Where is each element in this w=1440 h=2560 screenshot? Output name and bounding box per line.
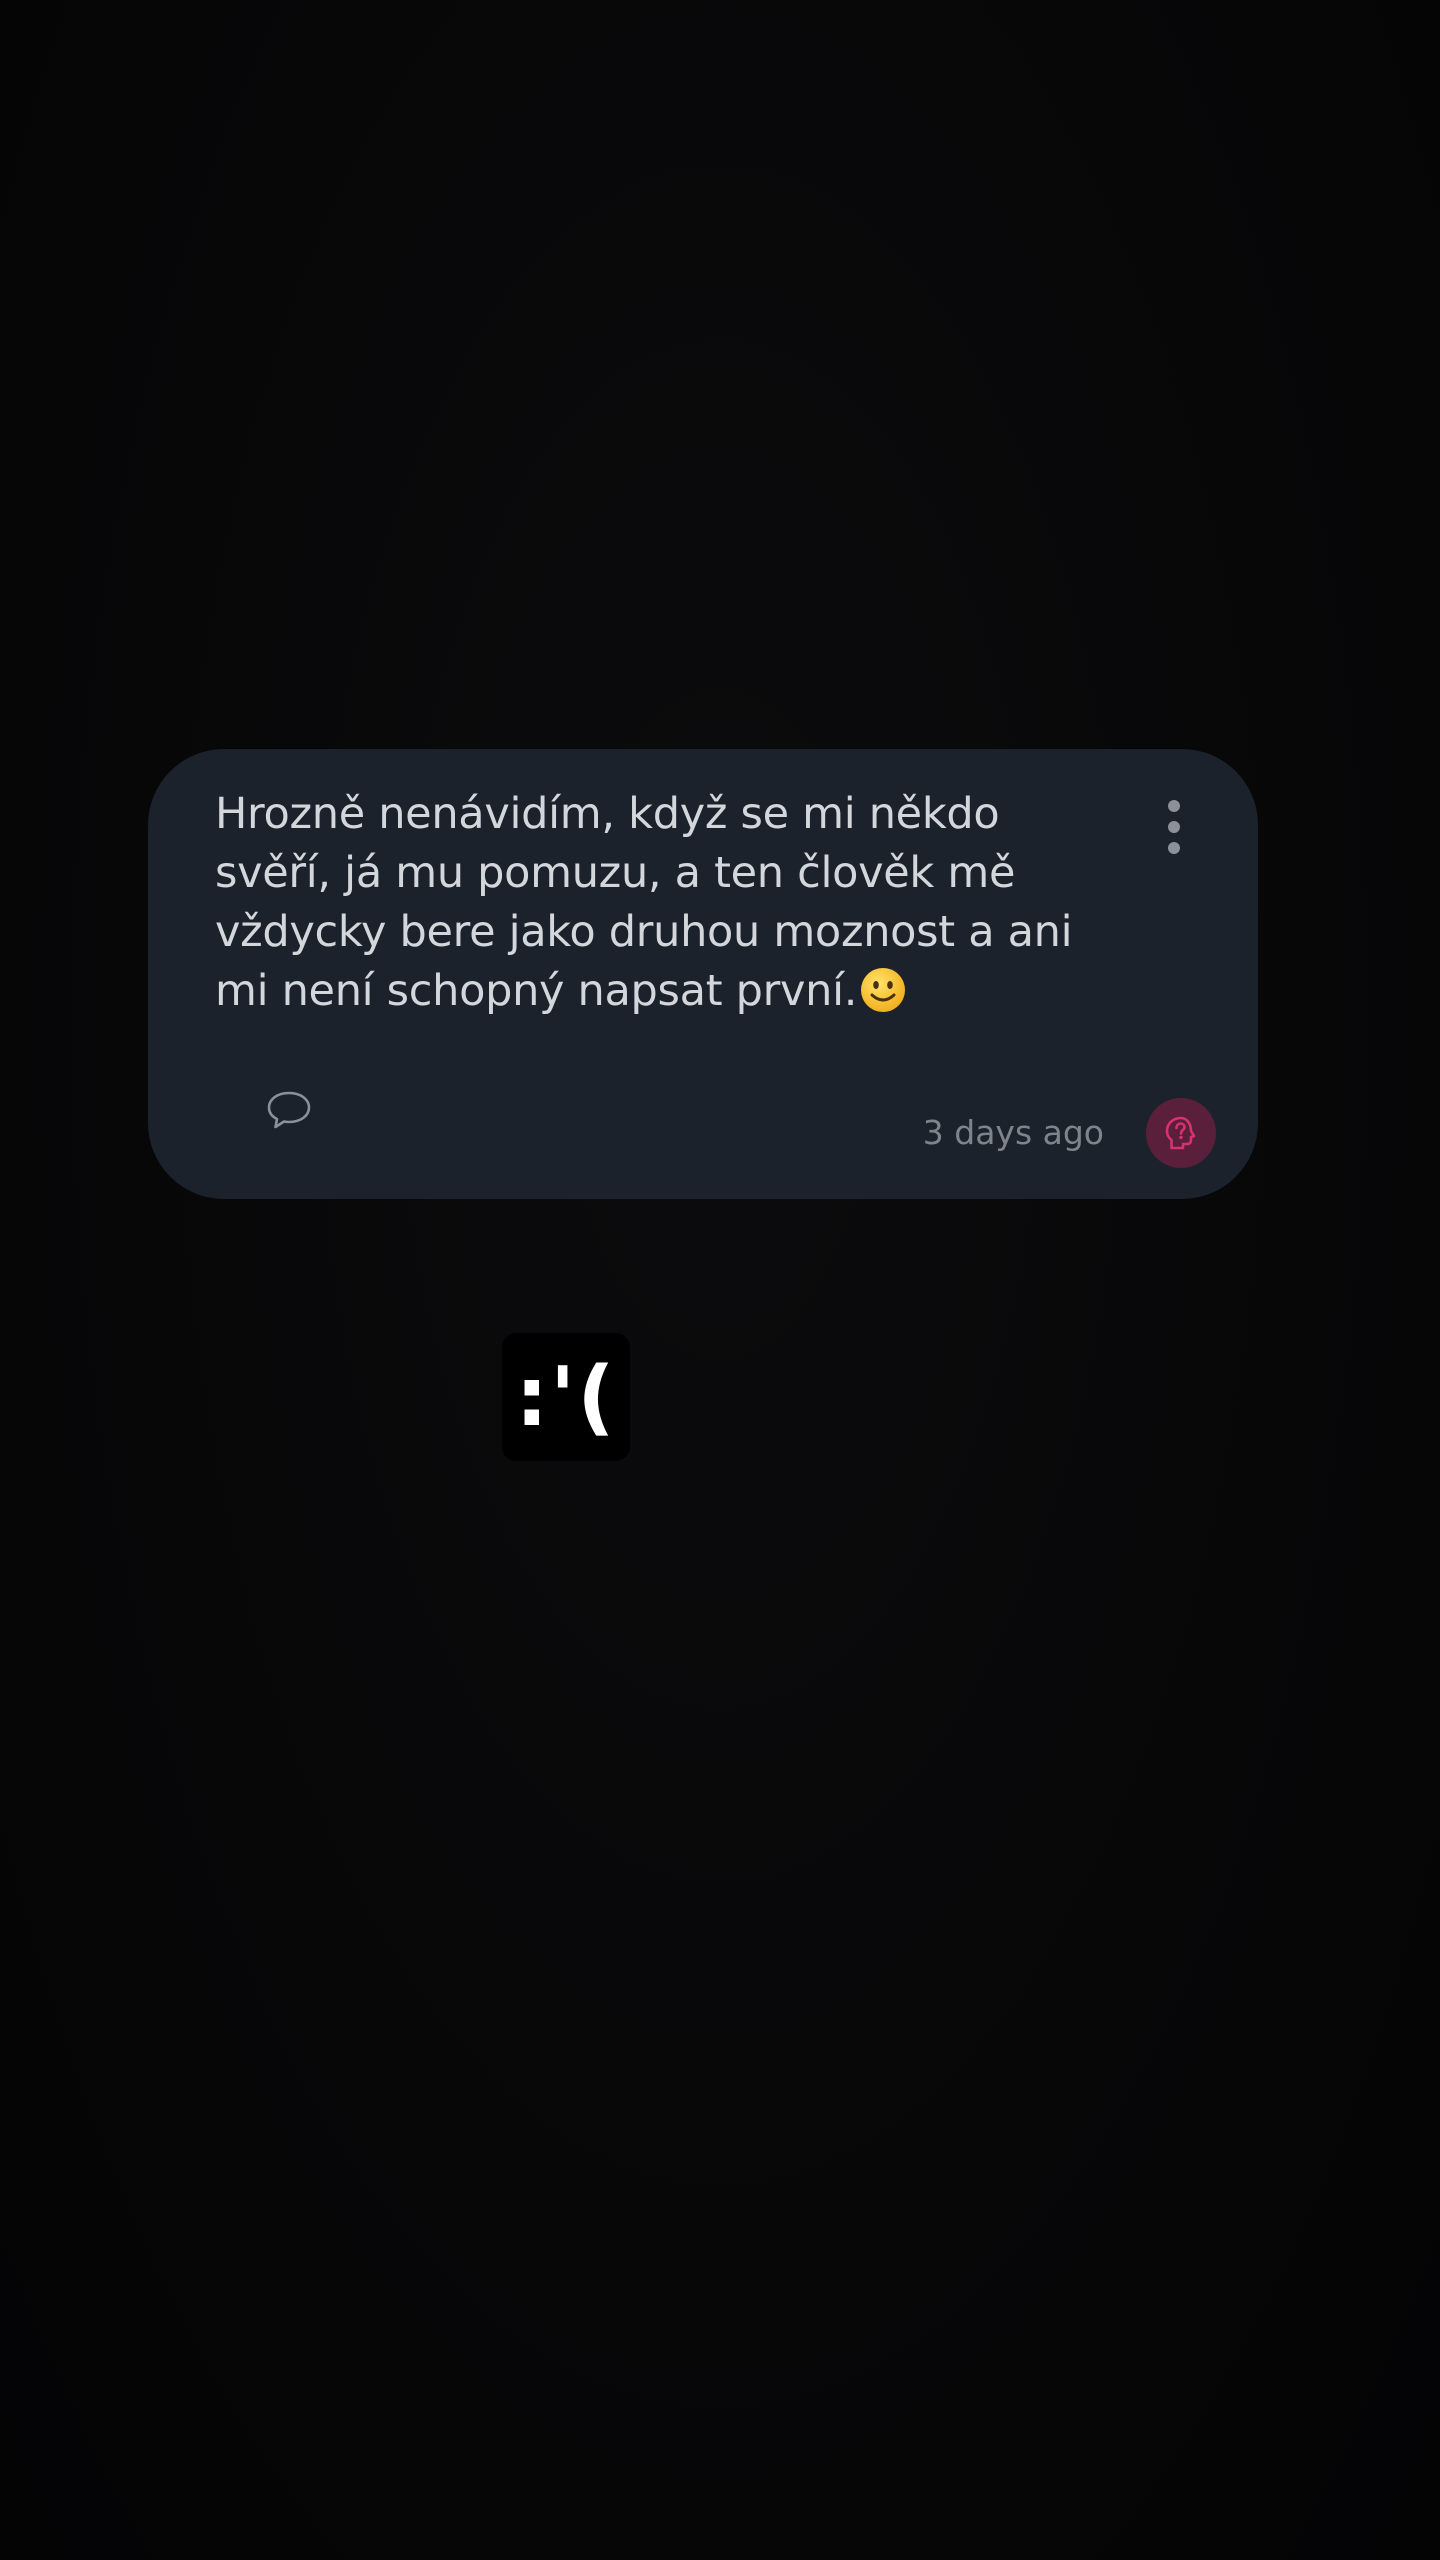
post-timestamp: 3 days ago [922, 1113, 1104, 1152]
sad-face-text: :'( [515, 1349, 617, 1445]
smiling-face-emoji-icon [861, 968, 906, 1012]
post-text-container: Hrozně nenávidím, když se mi někdo svěří… [215, 785, 1115, 1021]
post-card[interactable]: Hrozně nenávidím, když se mi někdo svěří… [148, 749, 1258, 1199]
help-button[interactable] [1146, 1098, 1216, 1168]
more-vertical-icon [1168, 800, 1180, 812]
screen: Hrozně nenávidím, když se mi někdo svěří… [0, 0, 1440, 2560]
comment-bubble-icon [267, 1091, 311, 1129]
sad-face-sticker: :'( [502, 1333, 630, 1461]
post-text: Hrozně nenávidím, když se mi někdo svěří… [215, 789, 1073, 1016]
comment-button[interactable] [256, 1081, 322, 1141]
more-options-button[interactable] [1148, 791, 1200, 863]
help-head-icon [1165, 1116, 1196, 1150]
more-vertical-icon-dot [1168, 821, 1180, 833]
more-vertical-icon-dot [1168, 842, 1180, 854]
